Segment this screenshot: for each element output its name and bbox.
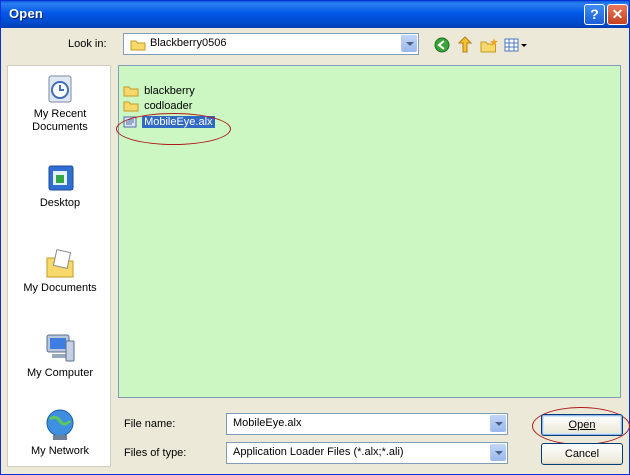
- files-of-type-dropdown-arrow[interactable]: [490, 444, 506, 461]
- recent-documents-icon: [48, 75, 72, 103]
- place-my-documents-label: My Documents: [23, 282, 97, 294]
- up-folder-icon[interactable]: [457, 36, 473, 53]
- place-desktop[interactable]: Desktop: [8, 163, 112, 210]
- place-label: My Recent Documents: [8, 108, 112, 134]
- place-my-computer[interactable]: My Computer: [8, 331, 112, 380]
- view-menu-icon[interactable]: [504, 38, 528, 52]
- place-my-computer-label: My Computer: [26, 367, 94, 379]
- close-button[interactable]: ✕: [607, 4, 628, 25]
- folder-icon: [123, 101, 139, 112]
- place-recent-documents[interactable]: My Recent Documents: [8, 72, 112, 134]
- files-of-type-value: Application Loader Files (*.alx;*.ali): [233, 446, 404, 458]
- files-of-type-select[interactable]: Application Loader Files (*.alx;*.ali): [226, 442, 508, 464]
- place-recent-documents-label: My Recent Documents: [32, 108, 88, 133]
- dialog-title: Open: [9, 6, 44, 21]
- file-name-codloader: codloader: [144, 100, 193, 113]
- file-name-label: File name:: [124, 418, 176, 430]
- look-in-select[interactable]: Blackberry0506: [123, 33, 419, 55]
- place-my-documents[interactable]: My Documents: [8, 246, 112, 295]
- open-dialog: Open ? ✕ Look in: Blackberry0506 My Rece…: [0, 0, 630, 475]
- annotation-oval-selected-file: [116, 113, 231, 145]
- look-in-label: Look in:: [68, 38, 107, 50]
- place-desktop-label: Desktop: [39, 197, 81, 209]
- my-network-icon: [46, 409, 74, 440]
- folder-icon: [130, 40, 146, 51]
- desktop-icon: [48, 165, 74, 191]
- file-name-value: MobileEye.alx: [233, 417, 302, 429]
- cancel-button[interactable]: Cancel: [541, 443, 623, 465]
- open-button-label: Open: [568, 419, 596, 431]
- my-computer-icon: [46, 334, 75, 362]
- list-item[interactable]: blackberry: [123, 85, 195, 100]
- folder-icon: [123, 86, 139, 97]
- file-name-input[interactable]: MobileEye.alx: [226, 413, 508, 435]
- place-my-network-label: My Network: [30, 445, 90, 457]
- title-bar[interactable]: Open ? ✕: [1, 1, 629, 28]
- look-in-value: Blackberry0506: [150, 37, 227, 49]
- file-name-blackberry: blackberry: [144, 85, 195, 98]
- open-button[interactable]: Open: [541, 414, 623, 436]
- new-folder-icon[interactable]: [479, 37, 499, 53]
- file-name-dropdown-arrow[interactable]: [490, 415, 506, 432]
- back-icon[interactable]: [434, 37, 450, 53]
- look-in-dropdown-arrow[interactable]: [401, 35, 417, 52]
- place-my-network[interactable]: My Network: [8, 407, 112, 458]
- places-bar: My Recent Documents Desktop My Documents: [7, 65, 111, 467]
- help-button[interactable]: ?: [584, 4, 605, 25]
- my-documents-icon: [46, 249, 74, 278]
- cancel-button-label: Cancel: [564, 448, 600, 460]
- files-of-type-label: Files of type:: [124, 447, 187, 459]
